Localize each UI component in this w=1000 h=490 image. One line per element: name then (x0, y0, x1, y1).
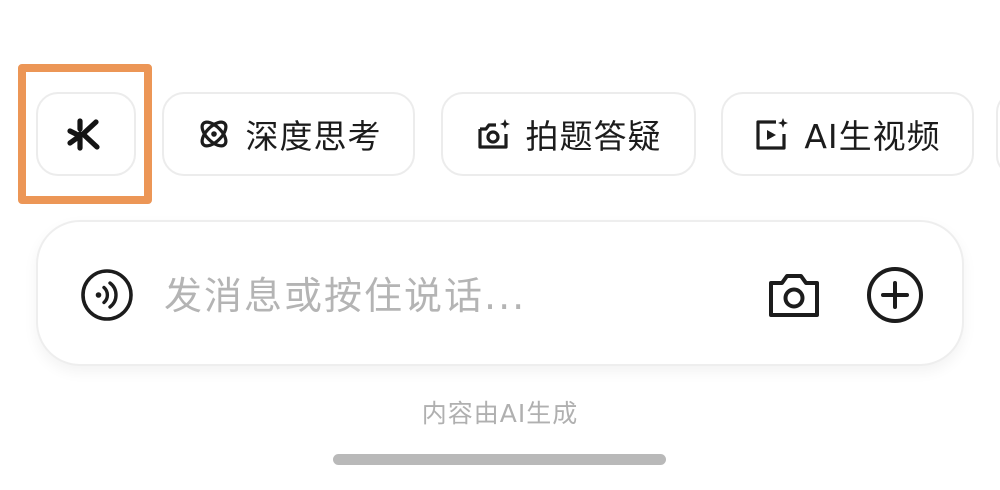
photo-question-label: 拍题答疑 (525, 117, 662, 156)
assistant-logo-chip[interactable] (36, 92, 136, 176)
atom-orbit-icon (196, 116, 232, 152)
sparkle-logo-icon (66, 114, 106, 154)
home-indicator[interactable] (333, 454, 666, 465)
ai-video-chip[interactable]: AI生视频 (721, 92, 974, 176)
video-sparkle-icon (754, 116, 790, 152)
chat-composer-screen: 深度思考 拍题答疑 AI生视频 发消息或按住说话... 内容由AI生成 (0, 0, 1000, 490)
plus-circle-icon (866, 267, 924, 328)
ai-video-label: AI生视频 (804, 117, 941, 156)
message-input[interactable] (164, 270, 744, 322)
add-attachment-button[interactable] (866, 266, 924, 324)
message-input-bar (36, 220, 964, 366)
camera-button[interactable] (766, 270, 822, 320)
more-chip-partial[interactable] (996, 92, 1000, 176)
ai-generated-disclaimer: 内容由AI生成 (421, 399, 579, 428)
voice-wave-icon (80, 269, 134, 326)
camera-icon (766, 274, 822, 324)
deep-thinking-label: 深度思考 (245, 117, 382, 156)
camera-sparkle-icon (476, 116, 512, 152)
voice-input-button[interactable] (80, 268, 134, 322)
photo-question-chip[interactable]: 拍题答疑 (441, 92, 696, 176)
deep-thinking-chip[interactable]: 深度思考 (162, 92, 415, 176)
